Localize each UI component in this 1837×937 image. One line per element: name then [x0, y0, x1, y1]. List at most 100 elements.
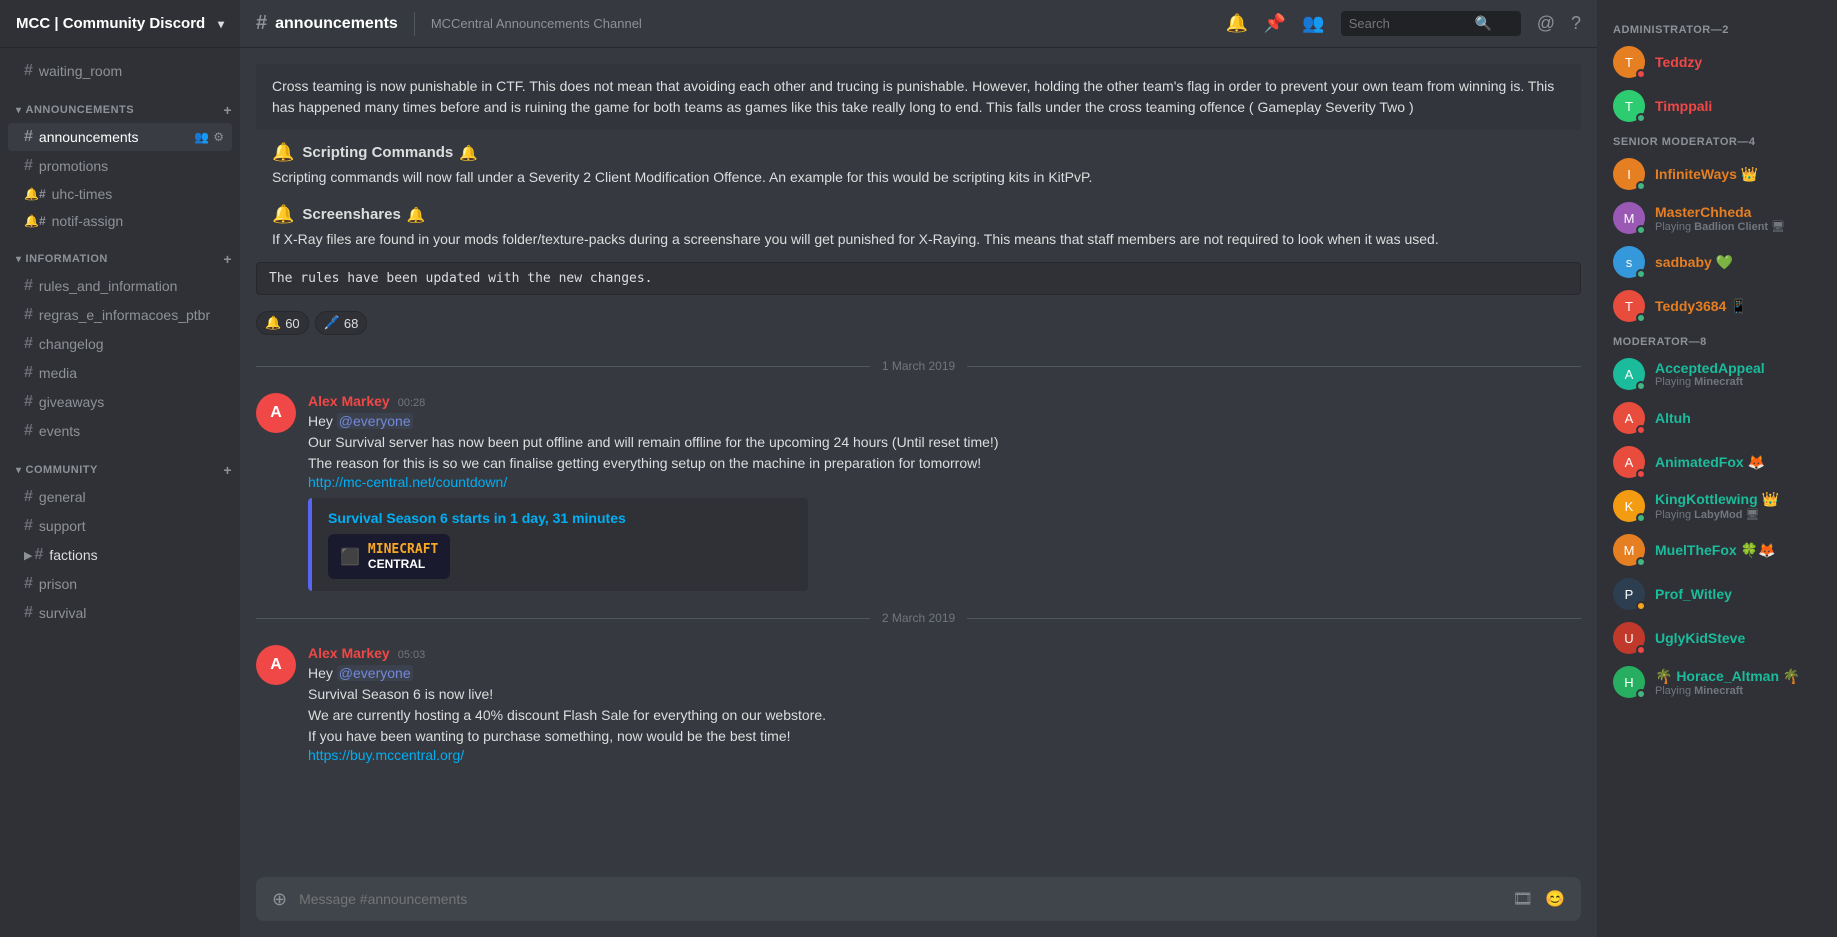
member-name: sadbaby 💚 — [1655, 254, 1733, 271]
member-name: AcceptedAppeal — [1655, 360, 1765, 376]
channel-action-icons: 👥 ⚙ — [194, 130, 224, 144]
avatar: M — [1613, 202, 1645, 234]
hash-icon: # — [24, 157, 33, 175]
member-name: InfiniteWays 👑 — [1655, 166, 1758, 183]
add-channel-icon[interactable]: + — [223, 462, 232, 478]
channel-label: events — [39, 423, 80, 439]
channel-item-factions[interactable]: ▶ # factions — [8, 541, 232, 569]
category-label: INFORMATION — [26, 253, 108, 265]
avatar: I — [1613, 158, 1645, 190]
member-muelthefox[interactable]: M MuelTheFox 🍀🦊 — [1605, 528, 1829, 572]
member-animatedfox[interactable]: A AnimatedFox 🦊 — [1605, 440, 1829, 484]
settings-icon[interactable]: ⚙ — [213, 130, 224, 144]
channel-label: notif-assign — [52, 213, 124, 229]
channel-item-giveaways[interactable]: # giveaways — [8, 388, 232, 416]
member-altuh[interactable]: A Altuh — [1605, 396, 1829, 440]
hash-icon: # — [24, 277, 33, 295]
status-dot — [1636, 557, 1646, 567]
reaction-pen[interactable]: 🖊️ 68 — [315, 311, 368, 335]
member-teddzy[interactable]: T Teddzy — [1605, 40, 1829, 84]
member-name: Timppali — [1655, 98, 1712, 114]
member-timppali[interactable]: T Timppali — [1605, 84, 1829, 128]
message-row-chat2: A Alex Markey 05:03 Hey @everyone Surviv… — [240, 641, 1597, 767]
category-community[interactable]: ▾ COMMUNITY + — [0, 446, 240, 482]
status-dot — [1636, 181, 1646, 191]
channel-item-events[interactable]: # events — [8, 417, 232, 445]
channel-list: # waiting_room ▾ ANNOUNCEMENTS + # annou… — [0, 48, 240, 937]
at-icon[interactable]: @ — [1537, 13, 1555, 34]
avatar: T — [1613, 290, 1645, 322]
channel-item-uhc-times[interactable]: 🔔# uhc-times — [8, 181, 232, 207]
help-icon[interactable]: ? — [1571, 13, 1581, 34]
channel-item-general[interactable]: # general — [8, 483, 232, 511]
search-input[interactable] — [1349, 16, 1469, 31]
hash-icon: # — [24, 393, 33, 411]
member-kingkottlewing[interactable]: K KingKottlewing 👑 Playing LabyMod 🖥 — [1605, 484, 1829, 528]
code-block: The rules have been updated with the new… — [256, 262, 1581, 295]
member-name: Prof_Witley — [1655, 586, 1732, 602]
member-acceptedappeal[interactable]: A AcceptedAppeal Playing Minecraft — [1605, 352, 1829, 396]
members-icon[interactable]: 👥 — [1302, 13, 1324, 34]
channel-header: # announcements MCCentral Announcements … — [240, 0, 1597, 48]
avatar: s — [1613, 246, 1645, 278]
member-uglykidsteve[interactable]: U UglyKidSteve — [1605, 616, 1829, 660]
category-announcements[interactable]: ▾ ANNOUNCEMENTS + — [0, 86, 240, 122]
search-box[interactable]: 🔍 — [1341, 11, 1521, 36]
status-dot — [1636, 269, 1646, 279]
message-link[interactable]: http://mc-central.net/countdown/ — [308, 474, 507, 490]
avatar: K — [1613, 490, 1645, 522]
message-author[interactable]: Alex Markey — [308, 645, 390, 661]
status-dot — [1636, 425, 1646, 435]
status-dot-dnd — [1636, 69, 1646, 79]
channel-item-support[interactable]: # support — [8, 512, 232, 540]
main-content: # announcements MCCentral Announcements … — [240, 0, 1597, 937]
channel-item-changelog[interactable]: # changelog — [8, 330, 232, 358]
member-name: Altuh — [1655, 410, 1691, 426]
channel-label: uhc-times — [52, 186, 113, 202]
channel-item-waiting_room[interactable]: # waiting_room — [8, 57, 232, 85]
screenshares-section: 🔔 Screenshares 🔔 If X-Ray files are foun… — [256, 200, 1581, 254]
search-icon: 🔍 — [1475, 15, 1492, 32]
channel-item-rules_and_information[interactable]: # rules_and_information — [8, 272, 232, 300]
gif-icon[interactable]: 🎞 — [1513, 889, 1533, 909]
member-prof_witley[interactable]: P Prof_Witley — [1605, 572, 1829, 616]
avatar-alexmarkey1: A — [256, 393, 296, 433]
category-label: ANNOUNCEMENTS — [26, 104, 135, 116]
message-input[interactable] — [299, 891, 1501, 907]
add-channel-icon[interactable]: + — [223, 102, 232, 118]
avatar: P — [1613, 578, 1645, 610]
category-information[interactable]: ▾ INFORMATION + — [0, 235, 240, 271]
status-dot — [1636, 513, 1646, 523]
message-block-crossteam: Cross teaming is now punishable in CTF. … — [256, 64, 1581, 130]
notification-bell-icon[interactable]: 🔔 — [1225, 13, 1247, 34]
member-infiniteways[interactable]: I InfiniteWays 👑 — [1605, 152, 1829, 196]
member-sadbaby[interactable]: s sadbaby 💚 — [1605, 240, 1829, 284]
channel-item-promotions[interactable]: # promotions — [8, 152, 232, 180]
channel-item-survival[interactable]: # survival — [8, 599, 232, 627]
message-meta: Alex Markey 00:28 — [308, 393, 1581, 409]
channel-item-prison[interactable]: # prison — [8, 570, 232, 598]
member-teddy3684[interactable]: T Teddy3684 📱 — [1605, 284, 1829, 328]
channel-item-announcements[interactable]: # announcements 👥 ⚙ — [8, 123, 232, 151]
channel-item-notif-assign[interactable]: 🔔# notif-assign — [8, 208, 232, 234]
member-horace_altman[interactable]: H 🌴 Horace_Altman 🌴 Playing Minecraft — [1605, 660, 1829, 704]
message-link[interactable]: https://buy.mccentral.org/ — [308, 747, 464, 763]
add-channel-icon[interactable]: + — [223, 251, 232, 267]
server-header[interactable]: MCC | Community Discord ▾ — [0, 0, 240, 48]
minecraft-logo-icon: ⬛ — [340, 547, 360, 566]
reaction-bell[interactable]: 🔔 60 — [256, 311, 309, 335]
member-name: UglyKidSteve — [1655, 630, 1745, 646]
channel-description: MCCentral Announcements Channel — [431, 16, 642, 31]
hash-icon: # — [24, 364, 33, 382]
message-body-chat1: Alex Markey 00:28 Hey @everyone Our Surv… — [308, 393, 1581, 591]
channel-item-regras_e_informacoes_ptbr[interactable]: # regras_e_informacoes_ptbr — [8, 301, 232, 329]
manage-users-icon[interactable]: 👥 — [194, 130, 209, 144]
member-masterchheda[interactable]: M MasterChheda Playing Badlion Client 🖥 — [1605, 196, 1829, 240]
message-author[interactable]: Alex Markey — [308, 393, 390, 409]
member-name: MuelTheFox 🍀🦊 — [1655, 542, 1775, 559]
member-name: 🌴 Horace_Altman 🌴 — [1655, 668, 1800, 685]
channel-item-media[interactable]: # media — [8, 359, 232, 387]
add-file-icon[interactable]: ⊕ — [272, 889, 287, 910]
emoji-icon[interactable]: 😊 — [1545, 889, 1565, 909]
pin-icon[interactable]: 📌 — [1264, 13, 1286, 34]
